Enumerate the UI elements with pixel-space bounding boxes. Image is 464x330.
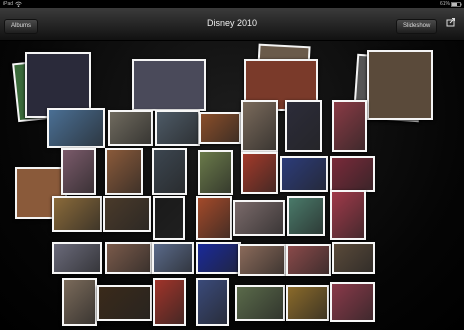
photo-thumbnail[interactable]: [108, 110, 153, 146]
photo-image: [54, 244, 100, 272]
photo-image: [154, 244, 192, 272]
photo-image: [110, 112, 151, 144]
photo-image: [332, 158, 373, 190]
photo-thumbnail[interactable]: [241, 100, 278, 152]
photo-thumbnail[interactable]: [233, 200, 285, 236]
photo-image: [198, 198, 230, 238]
photo-thumbnail[interactable]: [198, 150, 233, 195]
photo-thumbnail[interactable]: [97, 285, 152, 321]
photo-thumbnail[interactable]: [199, 112, 241, 144]
photo-image: [107, 150, 141, 193]
photo-image: [64, 280, 95, 324]
photo-image: [237, 287, 283, 319]
photo-thumbnail[interactable]: [103, 196, 151, 232]
photo-image: [334, 244, 373, 272]
photo-image: [107, 244, 150, 272]
photo-image: [332, 192, 364, 238]
photo-thumbnail[interactable]: [238, 244, 286, 276]
photo-image: [332, 284, 373, 320]
photo-image: [200, 152, 231, 193]
photo-thumbnail[interactable]: [47, 108, 105, 148]
photo-image: [334, 102, 365, 150]
photo-thumbnail[interactable]: [52, 242, 102, 274]
photo-thumbnail[interactable]: [52, 196, 102, 232]
photo-image: [63, 150, 94, 193]
photo-thumbnail[interactable]: [196, 242, 241, 274]
photo-image: [240, 246, 284, 274]
photo-thumbnail[interactable]: [332, 242, 375, 274]
photo-image: [243, 102, 276, 150]
photo-image: [54, 198, 100, 230]
photo-thumbnail[interactable]: [155, 110, 200, 146]
photo-thumbnail[interactable]: [330, 156, 375, 192]
photo-image: [105, 198, 149, 230]
photo-image: [198, 244, 239, 272]
photo-thumbnail[interactable]: [105, 242, 152, 274]
photo-image: [287, 102, 320, 150]
photo-image: [49, 110, 103, 146]
photo-thumbnail[interactable]: [61, 148, 96, 195]
photo-image: [201, 114, 239, 142]
photo-image: [157, 112, 198, 144]
photo-thumbnail[interactable]: [332, 100, 367, 152]
photo-thumbnail[interactable]: [330, 190, 366, 240]
photo-thumbnail[interactable]: [105, 148, 143, 195]
photo-thumbnail[interactable]: [286, 244, 331, 276]
photo-grid: [0, 0, 464, 330]
photo-thumbnail[interactable]: [286, 285, 329, 321]
photo-image: [235, 202, 283, 234]
photo-image: [99, 287, 150, 319]
photo-thumbnail[interactable]: [287, 196, 325, 236]
photo-thumbnail[interactable]: [280, 156, 328, 192]
photo-image: [282, 158, 326, 190]
photo-image: [155, 198, 183, 238]
photo-image: [154, 150, 185, 193]
photo-thumbnail[interactable]: [241, 152, 278, 194]
photo-thumbnail[interactable]: [196, 278, 229, 326]
photo-image: [288, 246, 329, 274]
photo-thumbnail[interactable]: [196, 196, 232, 240]
photo-image: [288, 287, 327, 319]
photo-thumbnail[interactable]: [235, 285, 285, 321]
photo-image: [155, 280, 184, 324]
photos-app-screen: iPad 61% Albums Disney 2010 Slideshow: [0, 0, 464, 330]
photo-image: [289, 198, 323, 234]
photo-thumbnail[interactable]: [153, 196, 185, 240]
photo-thumbnail[interactable]: [152, 148, 187, 195]
photo-image: [198, 280, 227, 324]
photo-thumbnail[interactable]: [62, 278, 97, 326]
photo-image: [243, 154, 276, 192]
photo-thumbnail[interactable]: [285, 100, 322, 152]
photo-thumbnail[interactable]: [330, 282, 375, 322]
photo-thumbnail[interactable]: [153, 278, 186, 326]
photo-thumbnail[interactable]: [152, 242, 194, 274]
